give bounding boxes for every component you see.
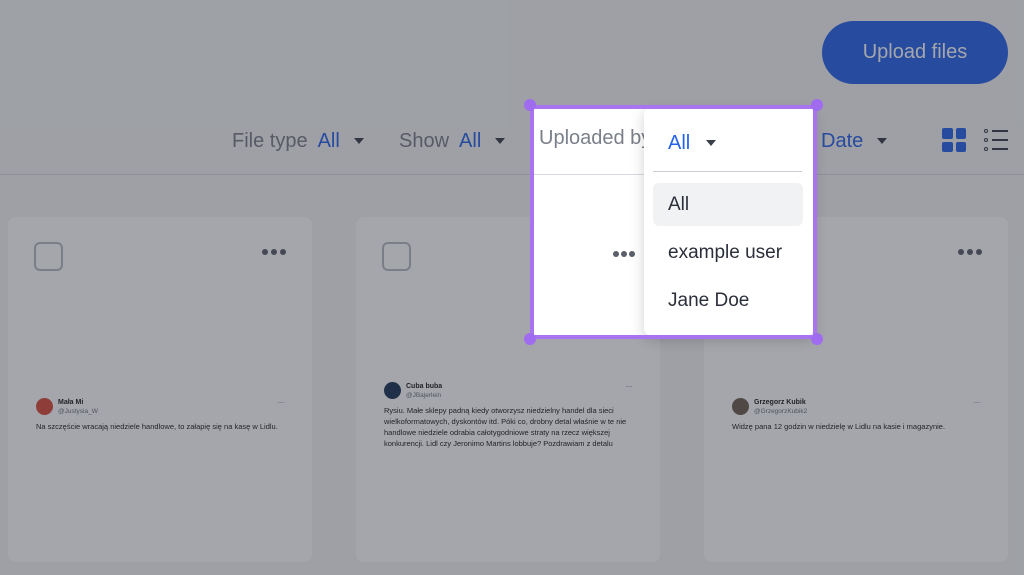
dim-overlay [0,0,1024,575]
resize-handle[interactable] [524,99,536,111]
resize-handle[interactable] [524,333,536,345]
resize-handle[interactable] [811,333,823,345]
selection-frame [530,105,817,339]
resize-handle[interactable] [811,99,823,111]
